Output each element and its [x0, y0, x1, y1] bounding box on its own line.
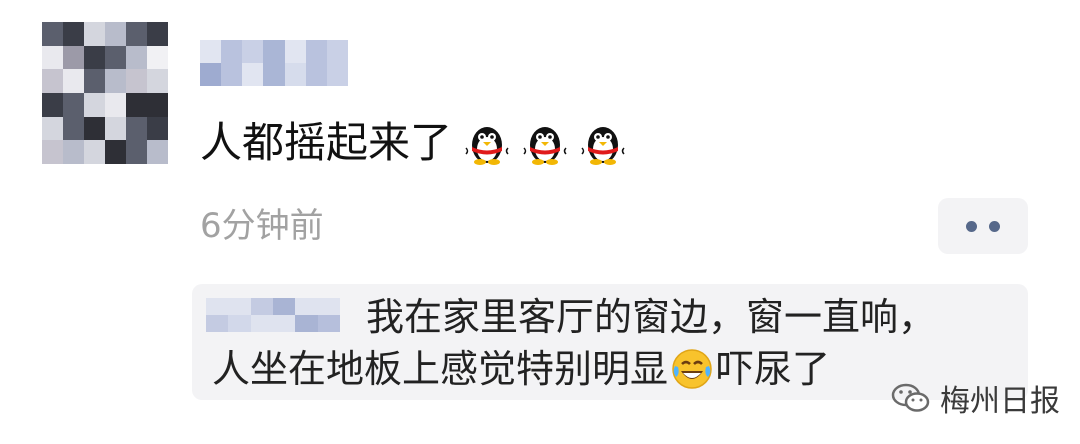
penguin-emoji — [523, 127, 567, 165]
emoji-row — [462, 118, 628, 168]
mosaic-pixel — [206, 298, 229, 315]
mosaic-pixel — [228, 315, 251, 332]
mosaic-pixel — [263, 63, 285, 86]
mosaic-pixel — [273, 315, 296, 332]
mosaic-pixel — [84, 92, 105, 117]
reply-text-line2: 人坐在地板上感觉特别明显 吓尿了 — [212, 346, 830, 392]
mosaic-pixel — [84, 140, 105, 164]
mosaic-pixel — [147, 140, 168, 164]
mosaic-pixel — [42, 140, 63, 164]
mosaic-pixel — [42, 116, 63, 141]
mosaic-pixel — [84, 45, 105, 70]
mosaic-pixel — [317, 315, 340, 332]
penguin-emoji — [465, 127, 509, 165]
mosaic-pixel — [147, 45, 168, 70]
wechat-official-account-icon — [891, 383, 930, 412]
mosaic-pixel — [126, 45, 147, 70]
mosaic-pixel — [105, 92, 126, 117]
mosaic-pixel — [105, 69, 126, 93]
mosaic-pixel — [147, 116, 168, 141]
mosaic-pixel — [221, 63, 243, 86]
mosaic-pixel — [42, 92, 63, 117]
username-blurred[interactable] — [200, 40, 348, 86]
watermark: 梅州日报 — [890, 376, 1060, 420]
mosaic-pixel — [42, 45, 63, 70]
laugh-cry-emoji — [672, 349, 712, 389]
mosaic-pixel — [105, 45, 126, 70]
mosaic-pixel — [305, 63, 327, 86]
mosaic-pixel — [284, 63, 306, 86]
mosaic-pixel — [326, 63, 348, 86]
penguin-emoji — [581, 127, 625, 165]
mosaic-pixel — [228, 298, 251, 315]
mosaic-pixel — [284, 40, 306, 63]
watermark-text: 梅州日报 — [940, 384, 1060, 419]
mosaic-pixel — [42, 22, 63, 46]
mosaic-pixel — [126, 92, 147, 117]
mosaic-pixel — [242, 40, 264, 63]
mosaic-pixel — [105, 140, 126, 164]
mosaic-pixel — [105, 22, 126, 46]
mosaic-pixel — [126, 140, 147, 164]
mosaic-pixel — [84, 116, 105, 141]
mosaic-pixel — [295, 315, 318, 332]
mosaic-pixel — [126, 22, 147, 46]
mosaic-pixel — [126, 69, 147, 93]
mosaic-pixel — [221, 40, 243, 63]
more-dots-icon — [989, 220, 1000, 232]
mosaic-pixel — [42, 69, 63, 93]
mosaic-pixel — [147, 69, 168, 93]
mosaic-pixel — [126, 116, 147, 141]
reply-text-line1: 我在家里客厅的窗边，窗一直响， — [366, 295, 937, 339]
mosaic-pixel — [200, 63, 222, 86]
mosaic-pixel — [200, 40, 222, 63]
mosaic-pixel — [63, 69, 84, 93]
mosaic-pixel — [206, 315, 229, 332]
reply-text-after-emoji: 吓尿了 — [716, 347, 831, 391]
more-dots-icon — [966, 220, 977, 232]
mosaic-pixel — [147, 22, 168, 46]
mosaic-pixel — [273, 298, 296, 315]
mosaic-pixel — [250, 315, 273, 332]
mosaic-pixel — [295, 298, 318, 315]
reply-username-blurred[interactable] — [206, 298, 340, 332]
mosaic-pixel — [63, 22, 84, 46]
mosaic-pixel — [84, 22, 105, 46]
comment-timestamp: 6分钟前 — [200, 206, 324, 246]
mosaic-pixel — [84, 69, 105, 93]
mosaic-pixel — [326, 40, 348, 63]
avatar[interactable] — [42, 22, 168, 164]
mosaic-pixel — [147, 92, 168, 117]
mosaic-pixel — [105, 116, 126, 141]
comment-body: 人都摇起来了 — [200, 118, 453, 167]
mosaic-pixel — [263, 40, 285, 63]
mosaic-pixel — [305, 40, 327, 63]
mosaic-pixel — [63, 92, 84, 117]
mosaic-pixel — [63, 116, 84, 141]
mosaic-pixel — [242, 63, 264, 86]
mosaic-pixel — [250, 298, 273, 315]
mosaic-pixel — [63, 140, 84, 164]
more-options-button[interactable] — [938, 198, 1028, 254]
comment-text: 人都摇起来了 — [200, 118, 628, 168]
reply-text-before-emoji: 人坐在地板上感觉特别明显 — [212, 347, 669, 391]
mosaic-pixel — [63, 45, 84, 70]
mosaic-pixel — [317, 298, 340, 315]
